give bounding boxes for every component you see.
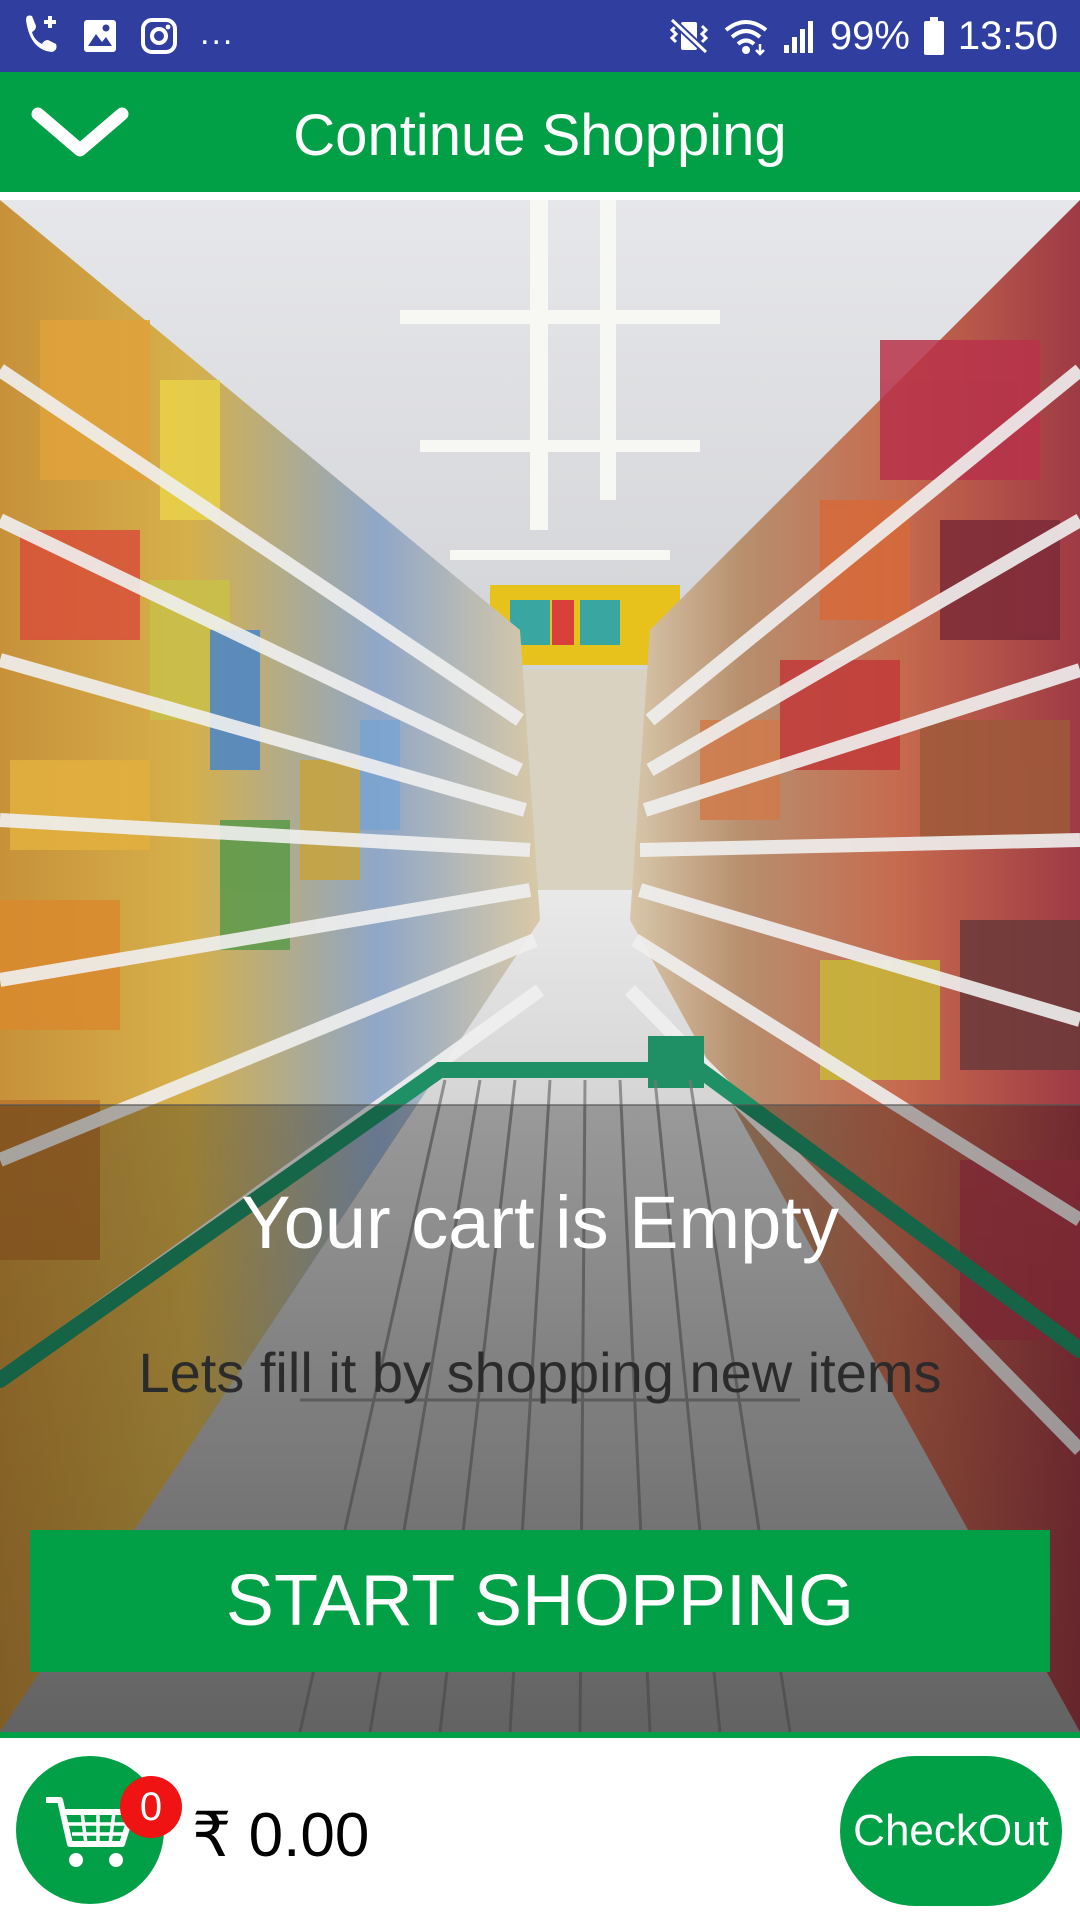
checkout-button[interactable]: CheckOut [840, 1756, 1062, 1906]
battery-percent: 99% [829, 13, 910, 58]
vibrate-icon [668, 16, 710, 56]
missed-call-icon [20, 14, 60, 58]
clock: 13:50 [957, 13, 1058, 58]
toolbar-divider [0, 192, 1080, 200]
wifi-icon [722, 16, 770, 56]
cart-count-badge: 0 [120, 1776, 182, 1838]
bottom-bar: 0 ₹ 0.00 CheckOut [0, 1738, 1080, 1920]
notification-overflow: ... [200, 13, 235, 52]
page-title: Continue Shopping [293, 103, 787, 168]
status-bar-notifications: ... [20, 12, 234, 60]
cart-total: ₹ 0.00 [192, 1801, 370, 1870]
status-bar-system: 99% 13:50 [668, 12, 1058, 60]
gallery-icon [82, 18, 118, 54]
instagram-icon [140, 17, 178, 55]
cart-button[interactable]: 0 [16, 1756, 182, 1904]
status-bar: ... 99% 13:50 [0, 0, 1080, 72]
signal-icon [782, 17, 818, 55]
battery-icon [922, 16, 946, 56]
empty-cart-hero [0, 200, 1080, 1732]
start-shopping-button[interactable]: START SHOPPING [30, 1530, 1050, 1672]
empty-cart-subtitle: Lets fill it by shopping new items [138, 1341, 942, 1404]
empty-cart-title: Your cart is Empty [241, 1181, 839, 1264]
store-aisle-image [0, 200, 1080, 1732]
top-toolbar: Continue Shopping [0, 72, 1080, 192]
